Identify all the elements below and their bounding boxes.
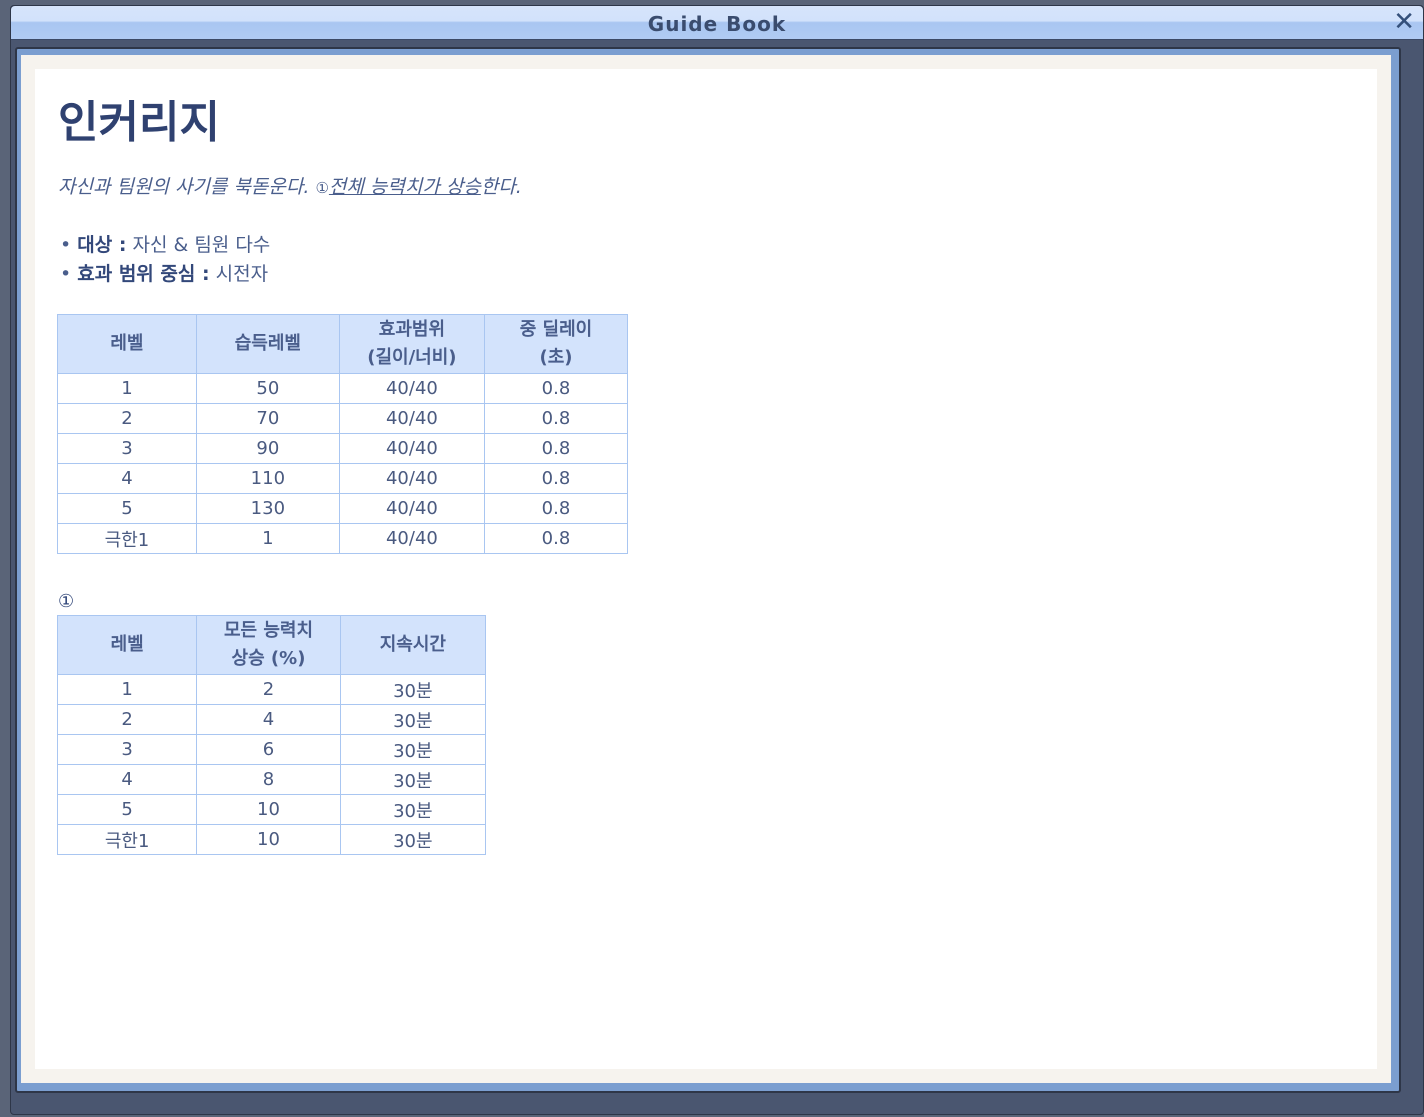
desc-mark: ①: [315, 179, 329, 197]
page-title: 인커리지: [58, 97, 220, 148]
table-cell: 0.8: [483, 463, 629, 494]
skill-level-table: 레벨 습득레벨 효과범위 (길이/너비) 중 딜레이 (초) 1 50 40/40 0.8 2 70 4…: [57, 314, 629, 554]
table-row: 극한1 10 30분: [56, 824, 487, 855]
table-cell: 4: [57, 463, 197, 494]
table-cell: 30분: [339, 734, 487, 765]
column-header: 레벨: [56, 615, 198, 675]
column-header: 모든 능력치 상승 (%): [196, 615, 341, 675]
table-cell: 3: [56, 734, 198, 765]
table-cell: 10: [196, 794, 341, 825]
column-header: 효과범위 (길이/너비): [338, 314, 485, 374]
table-cell: 30분: [339, 824, 487, 855]
column-header: 습득레벨: [195, 314, 340, 374]
skill-description: 자신과 팀원의 사기를 북돋운다. ①전체 능력치가 상승한다.: [58, 172, 522, 199]
table-cell: 극한1: [57, 523, 197, 554]
table-cell: 8: [196, 764, 341, 795]
header-label: 레벨: [110, 634, 144, 655]
table-cell: 50: [195, 373, 340, 404]
table-cell: 5: [56, 794, 198, 825]
table-cell: 극한1: [56, 824, 198, 855]
table-row: 5 10 30분: [56, 794, 487, 825]
table-cell: 10: [196, 824, 341, 855]
table-cell: 6: [196, 734, 341, 765]
table-cell: 1: [56, 674, 198, 705]
table-row: 4 110 40/40 0.8: [57, 463, 629, 494]
column-header: 지속시간: [339, 615, 487, 675]
table-cell: 1: [57, 373, 197, 404]
table-cell: 30분: [339, 764, 487, 795]
table-cell: 0.8: [483, 493, 629, 524]
table-row: 3 6 30분: [56, 734, 487, 765]
table-cell: 130: [195, 493, 340, 524]
table-row: 2 4 30분: [56, 704, 487, 735]
table-cell: 3: [57, 433, 197, 464]
header-label: 중 딜레이 (초): [519, 319, 593, 368]
table-cell: 2: [57, 403, 197, 434]
table-cell: 70: [195, 403, 340, 434]
table-cell: 2: [56, 704, 198, 735]
table-row: 3 90 40/40 0.8: [57, 433, 629, 464]
content-page: [35, 69, 1377, 1069]
table-row: 5 130 40/40 0.8: [57, 493, 629, 524]
table-cell: 1: [195, 523, 340, 554]
title-bar[interactable]: Guide Book ✕: [11, 6, 1423, 40]
column-header: 레벨: [57, 314, 197, 374]
table-cell: 40/40: [338, 493, 485, 524]
desc-text: 자신과 팀원의 사기를 북돋운다.: [58, 176, 316, 198]
table-cell: 4: [56, 764, 198, 795]
table-cell: 30분: [339, 704, 487, 735]
header-label: 레벨: [110, 333, 144, 354]
header-label: 모든 능력치 상승 (%): [223, 620, 314, 669]
table-cell: 0.8: [483, 373, 629, 404]
table-header-row: 레벨 습득레벨 효과범위 (길이/너비) 중 딜레이 (초): [57, 314, 629, 374]
table-row: 1 50 40/40 0.8: [57, 373, 629, 404]
table-row: 4 8 30분: [56, 764, 487, 795]
table-cell: 0.8: [483, 433, 629, 464]
table-cell: 40/40: [338, 433, 485, 464]
table-cell: 40/40: [338, 403, 485, 434]
header-label: 지속시간: [379, 634, 446, 655]
content-border: [21, 55, 1391, 1083]
bullet-target: • 대상 : 자신 & 팀원 다수: [60, 234, 271, 256]
bullet-range-center: • 효과 범위 중심 : 시전자: [60, 263, 269, 285]
window-title: Guide Book: [647, 12, 787, 36]
table-cell: 2: [196, 674, 341, 705]
table-cell: 0.8: [483, 523, 629, 554]
bullet-label: 대상 :: [77, 234, 127, 256]
table-row: 극한1 1 40/40 0.8: [57, 523, 629, 554]
bullet-label: 효과 범위 중심 :: [77, 263, 210, 285]
table-cell: 40/40: [338, 373, 485, 404]
table-row: 1 2 30분: [56, 674, 487, 705]
bullet-value: 자신 & 팀원 다수: [126, 234, 271, 256]
table-cell: 4: [196, 704, 341, 735]
table-cell: 90: [195, 433, 340, 464]
stat-boost-table: 레벨 모든 능력치 상승 (%) 지속시간 1 2 30분 2 4 30분 3 6 30분 4 8 30분 5 1…: [56, 615, 487, 855]
header-label: 효과범위 (길이/너비): [367, 319, 457, 368]
column-header: 중 딜레이 (초): [483, 314, 629, 374]
close-icon[interactable]: ✕: [1393, 8, 1415, 36]
bullet-value: 시전자: [209, 263, 269, 285]
header-label: 습득레벨: [234, 333, 301, 354]
content-frame: [15, 47, 1401, 1093]
table-row: 2 70 40/40 0.8: [57, 403, 629, 434]
table-cell: 0.8: [483, 403, 629, 434]
desc-end: 한다.: [480, 176, 522, 198]
footnote-mark: ①: [58, 591, 75, 612]
table-cell: 5: [57, 493, 197, 524]
desc-link[interactable]: 전체 능력치가 상승: [329, 176, 481, 198]
table-cell: 40/40: [338, 523, 485, 554]
table-header-row: 레벨 모든 능력치 상승 (%) 지속시간: [56, 615, 487, 675]
table-cell: 40/40: [338, 463, 485, 494]
table-cell: 110: [195, 463, 340, 494]
table-cell: 30분: [339, 794, 487, 825]
table-cell: 30분: [339, 674, 487, 705]
